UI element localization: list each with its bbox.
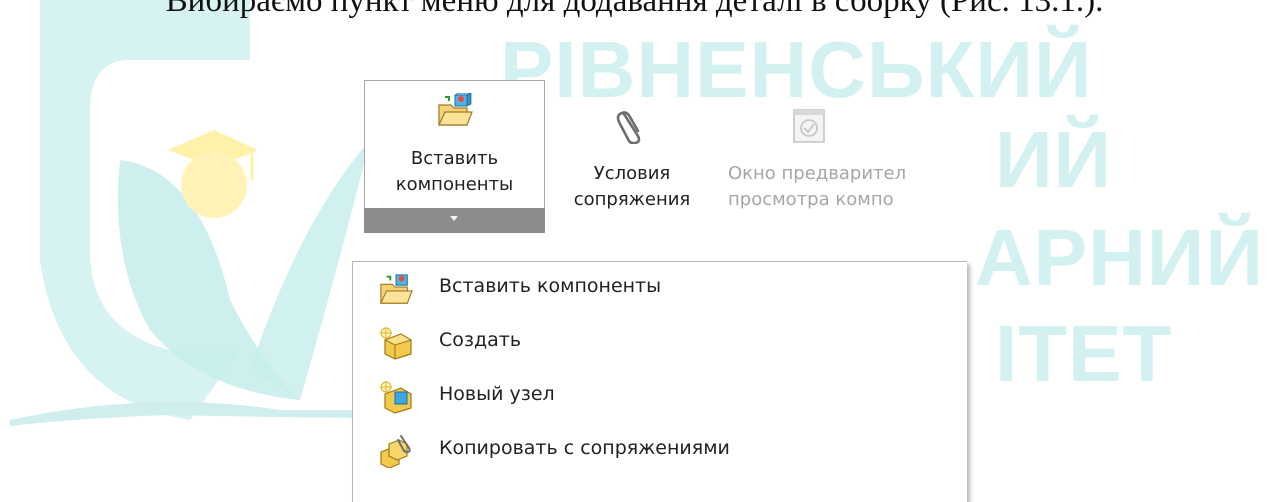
insert-component-icon xyxy=(438,93,473,126)
chevron-down-icon xyxy=(450,216,458,221)
insert-components-label-line1: Вставить xyxy=(410,148,499,169)
menu-item-insert-components[interactable]: Вставить компоненты xyxy=(353,262,967,316)
copy-with-mates-icon xyxy=(380,435,411,468)
preview-window-icon xyxy=(793,109,825,143)
mate-conditions-label-line1: Условия xyxy=(593,163,671,184)
watermark-line-3: АРНИЙ xyxy=(975,213,1264,302)
ribbon: Вставить компоненты Условия сопряжения О… xyxy=(352,80,978,234)
component-preview-window-button[interactable]: Окно предварител просмотра компо xyxy=(720,80,978,230)
menu-item-label: Вставить компоненты xyxy=(439,275,662,297)
insert-components-dropdown-toggle[interactable] xyxy=(364,208,545,233)
menu-item-new-assembly[interactable]: Новый узел xyxy=(353,370,967,424)
menu-item-create[interactable]: Создать xyxy=(353,316,967,370)
watermark-line-4: ІТЕТ xyxy=(995,309,1173,398)
new-part-icon xyxy=(380,327,413,360)
insert-component-icon xyxy=(380,274,413,304)
menu-item-label: Создать xyxy=(439,329,522,351)
preview-window-label-line1: Окно предварител xyxy=(728,163,907,184)
menu-item-copy-with-mates[interactable]: Копировать с сопряжениями xyxy=(353,424,967,478)
menu-item-label: Новый узел xyxy=(439,383,555,405)
watermark-line-2: ИЙ xyxy=(995,115,1112,204)
insert-components-label-line2: компоненты xyxy=(395,174,514,195)
insert-components-main[interactable]: Вставить компоненты xyxy=(365,81,544,208)
solidworks-screenshot: Вставить компоненты Условия сопряжения О… xyxy=(352,80,978,502)
mate-conditions-button[interactable]: Условия сопряжения xyxy=(552,80,712,230)
new-assembly-icon xyxy=(380,381,412,414)
mate-conditions-label-line2: сопряжения xyxy=(573,189,691,210)
figure-caption: Вибираємо пункт меню для додавання детал… xyxy=(165,0,1104,19)
insert-components-dropdown-menu: Вставить компоненты Создать Новый узел К… xyxy=(352,261,967,502)
menu-item-label: Копировать с сопряжениями xyxy=(439,437,730,459)
insert-components-button[interactable]: Вставить компоненты xyxy=(364,80,545,233)
preview-window-label-line2: просмотра компо xyxy=(728,189,894,210)
paperclip-icon xyxy=(616,111,641,144)
